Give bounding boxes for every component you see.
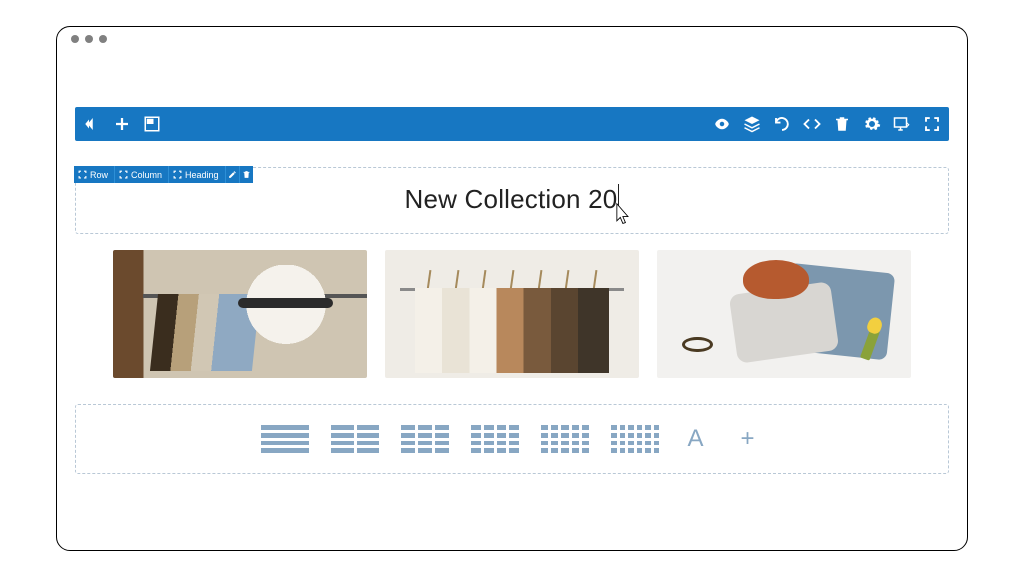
logo-icon[interactable] bbox=[83, 115, 101, 133]
settings-icon[interactable] bbox=[863, 115, 881, 133]
pointer-cursor-icon bbox=[611, 202, 633, 233]
window-close-dot[interactable] bbox=[71, 35, 79, 43]
column-layout-chooser: A + bbox=[75, 404, 949, 474]
undo-icon[interactable] bbox=[773, 115, 791, 133]
template-icon[interactable] bbox=[143, 115, 161, 133]
gallery-image-3[interactable] bbox=[657, 250, 911, 378]
layout-option-more[interactable]: + bbox=[733, 425, 763, 453]
devices-icon[interactable] bbox=[893, 115, 911, 133]
breadcrumb-label: Heading bbox=[185, 170, 219, 180]
browser-window: Row Column Heading New Collectio bbox=[56, 26, 968, 551]
gallery-image-1[interactable] bbox=[113, 250, 367, 378]
heading-text-value: New Collection 20 bbox=[405, 184, 618, 214]
layout-option-6col[interactable] bbox=[611, 425, 659, 453]
heading-text-input[interactable]: New Collection 20 bbox=[405, 184, 620, 215]
gallery-image-2[interactable] bbox=[385, 250, 639, 378]
breadcrumb-chip-heading[interactable]: Heading bbox=[169, 166, 225, 183]
editor-toolbar bbox=[75, 107, 949, 141]
layout-option-4col[interactable] bbox=[471, 425, 519, 453]
layout-option-2col[interactable] bbox=[331, 425, 379, 453]
breadcrumb-chip-row[interactable]: Row bbox=[74, 166, 115, 183]
window-min-dot[interactable] bbox=[85, 35, 93, 43]
layers-icon[interactable] bbox=[743, 115, 761, 133]
layout-option-3col[interactable] bbox=[401, 425, 449, 453]
preview-icon[interactable] bbox=[713, 115, 731, 133]
breadcrumb-edit-icon[interactable] bbox=[225, 166, 239, 183]
layout-option-5col[interactable] bbox=[541, 425, 589, 453]
breadcrumb-label: Column bbox=[131, 170, 162, 180]
trash-icon[interactable] bbox=[833, 115, 851, 133]
editor-canvas: Row Column Heading New Collectio bbox=[57, 107, 967, 492]
layout-option-1col[interactable] bbox=[261, 425, 309, 453]
breadcrumb-label: Row bbox=[90, 170, 108, 180]
fullscreen-icon[interactable] bbox=[923, 115, 941, 133]
add-icon[interactable] bbox=[113, 115, 131, 133]
window-max-dot[interactable] bbox=[99, 35, 107, 43]
image-gallery-row bbox=[75, 250, 949, 378]
layout-option-text[interactable]: A bbox=[681, 425, 711, 453]
element-breadcrumb: Row Column Heading bbox=[74, 166, 253, 183]
breadcrumb-chip-column[interactable]: Column bbox=[115, 166, 169, 183]
breadcrumb-delete-icon[interactable] bbox=[239, 166, 253, 183]
heading-block[interactable]: Row Column Heading New Collectio bbox=[75, 167, 949, 234]
code-icon[interactable] bbox=[803, 115, 821, 133]
window-titlebar bbox=[57, 27, 967, 51]
